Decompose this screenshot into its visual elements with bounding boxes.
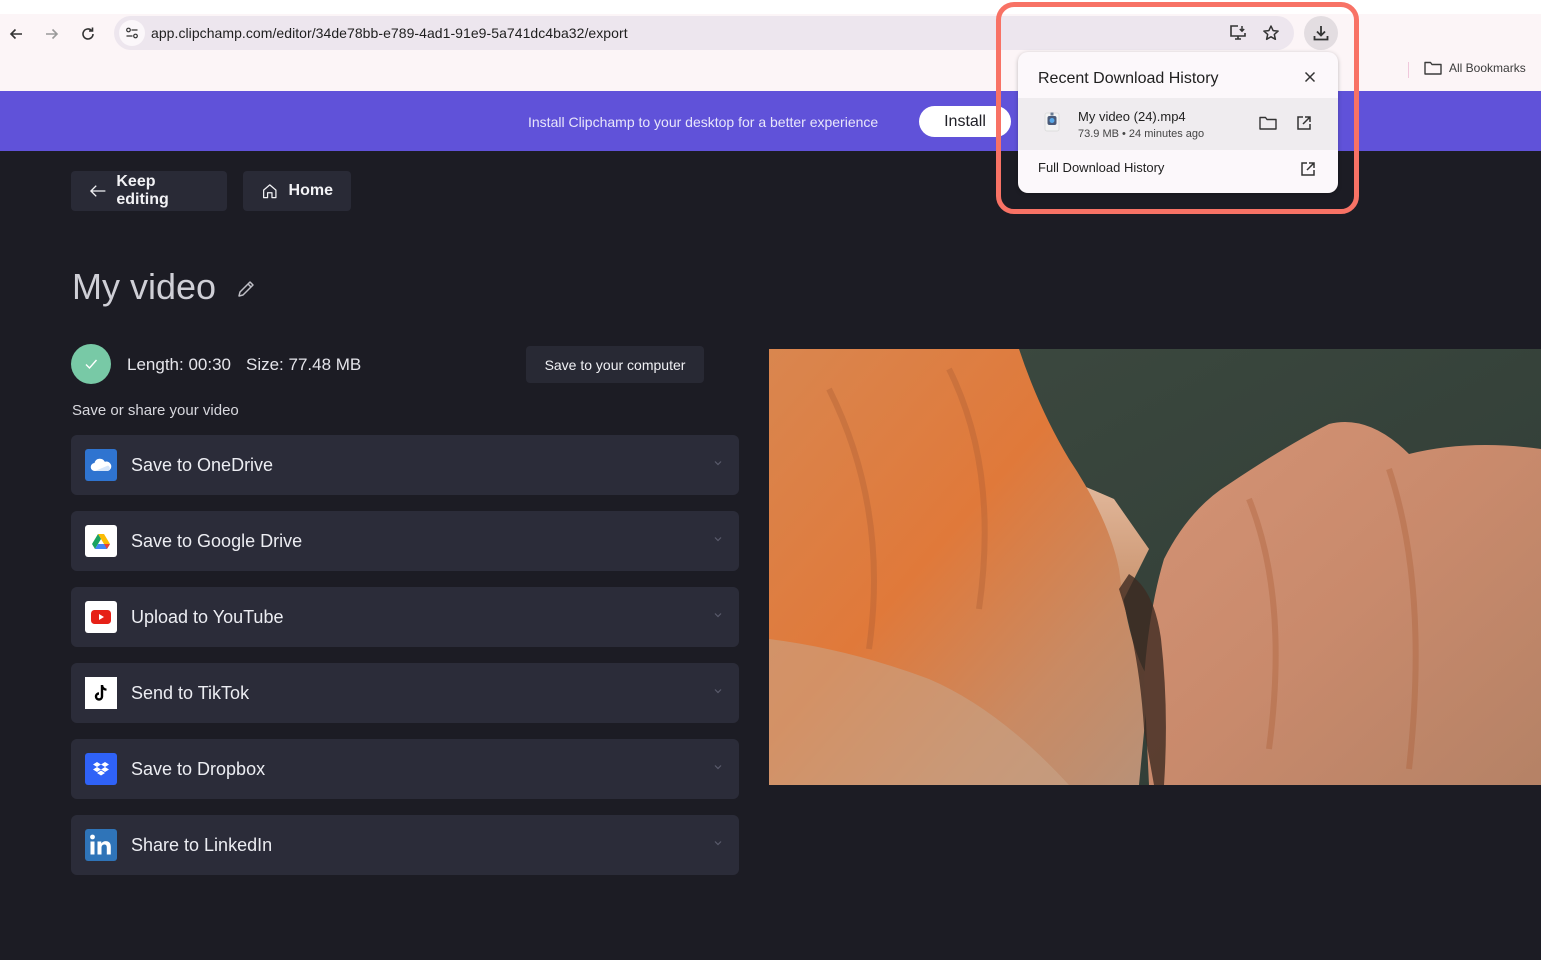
full-download-history-link[interactable]: Full Download History xyxy=(1018,150,1338,193)
site-info-button[interactable] xyxy=(119,20,145,46)
full-history-label: Full Download History xyxy=(1038,160,1165,175)
video-title: My video xyxy=(72,266,217,307)
arrow-left-icon xyxy=(89,185,106,197)
chevron-down-icon xyxy=(714,613,722,618)
open-file-button[interactable] xyxy=(1293,112,1315,134)
share-options-list: Save to OneDrive Save to Google Drive Up… xyxy=(71,435,739,891)
bookmarks-divider xyxy=(1408,62,1409,78)
install-app-button[interactable] xyxy=(1228,23,1248,43)
share-option-label: Send to TikTok xyxy=(131,683,250,703)
reload-button[interactable] xyxy=(76,22,100,46)
share-option-linkedin[interactable]: Share to LinkedIn xyxy=(71,815,739,875)
video-preview[interactable] xyxy=(769,349,1541,785)
video-file-icon xyxy=(1044,112,1060,132)
star-icon xyxy=(1263,25,1279,41)
youtube-icon xyxy=(85,601,117,633)
home-button[interactable]: Home xyxy=(243,171,351,211)
back-button[interactable] xyxy=(4,22,28,46)
share-option-label: Save to OneDrive xyxy=(131,455,274,475)
share-option-dropbox[interactable]: Save to Dropbox xyxy=(71,739,739,799)
address-bar[interactable]: app.clipchamp.com/editor/34de78bb-e789-4… xyxy=(114,16,1294,50)
share-option-label: Save to Dropbox xyxy=(131,759,266,779)
share-option-label: Save to Google Drive xyxy=(131,531,303,551)
tune-icon xyxy=(126,27,138,39)
home-icon xyxy=(263,184,277,199)
share-option-youtube[interactable]: Upload to YouTube xyxy=(71,587,739,647)
install-button[interactable]: Install xyxy=(919,106,1011,137)
share-option-tiktok[interactable]: Send to TikTok xyxy=(71,663,739,723)
url-text[interactable]: app.clipchamp.com/editor/34de78bb-e789-4… xyxy=(151,25,628,41)
download-history-popup: Recent Download History My video (24).mp… xyxy=(1018,52,1338,193)
video-meta: Length: 00:30 Size: 77.48 MB xyxy=(127,355,361,375)
download-item[interactable]: My video (24).mp4 73.9 MB • 24 minutes a… xyxy=(1018,98,1338,150)
show-in-folder-button[interactable] xyxy=(1257,112,1279,134)
arrow-left-icon xyxy=(9,28,22,40)
banner-text: Install Clipchamp to your desktop for a … xyxy=(528,114,879,130)
dropbox-icon xyxy=(85,753,117,785)
download-icon xyxy=(1313,26,1329,41)
reload-icon xyxy=(82,27,94,40)
tiktok-icon xyxy=(85,677,117,709)
keep-editing-label: Keep editing xyxy=(116,173,169,208)
share-heading: Save or share your video xyxy=(72,402,239,419)
install-desktop-icon xyxy=(1230,25,1246,40)
home-label: Home xyxy=(288,182,333,199)
forward-button[interactable] xyxy=(40,22,64,46)
edit-title-button[interactable] xyxy=(235,278,257,305)
share-option-label: Upload to YouTube xyxy=(131,607,284,627)
check-icon xyxy=(85,359,98,370)
google-drive-icon xyxy=(85,525,117,557)
chevron-down-icon xyxy=(714,765,722,770)
export-complete-badge xyxy=(71,344,111,384)
close-icon xyxy=(1304,71,1316,83)
chevron-down-icon xyxy=(714,841,722,846)
all-bookmarks-label: All Bookmarks xyxy=(1449,61,1526,75)
video-size: Size: 77.48 MB xyxy=(245,355,362,374)
open-external-icon xyxy=(1297,116,1311,130)
linkedin-icon xyxy=(85,829,117,861)
popup-title: Recent Download History xyxy=(1038,70,1219,87)
close-popup-button[interactable] xyxy=(1300,67,1320,87)
folder-icon xyxy=(1259,116,1277,130)
bookmark-star-button[interactable] xyxy=(1261,23,1281,43)
keep-editing-button[interactable]: Keep editing xyxy=(71,171,227,211)
chevron-down-icon xyxy=(714,689,722,694)
downloads-button[interactable] xyxy=(1304,16,1338,50)
open-external-icon xyxy=(1297,158,1319,180)
arrow-right-icon xyxy=(46,28,59,40)
save-to-computer-button[interactable]: Save to your computer xyxy=(526,346,704,383)
pencil-icon xyxy=(238,281,254,297)
share-option-label: Share to LinkedIn xyxy=(131,835,273,855)
onedrive-icon xyxy=(85,449,117,481)
window-titlebar xyxy=(0,0,1541,14)
chevron-down-icon xyxy=(714,461,722,466)
share-option-onedrive[interactable]: Save to OneDrive xyxy=(71,435,739,495)
download-meta: 73.9 MB • 24 minutes ago xyxy=(1078,128,1205,140)
video-preview-image xyxy=(769,349,1541,785)
all-bookmarks-button[interactable]: All Bookmarks xyxy=(1424,61,1526,75)
video-length: Length: 00:30 xyxy=(127,355,231,374)
chevron-down-icon xyxy=(714,537,722,542)
download-filename: My video (24).mp4 xyxy=(1078,109,1186,124)
share-option-google-drive[interactable]: Save to Google Drive xyxy=(71,511,739,571)
folder-icon xyxy=(1424,61,1442,75)
